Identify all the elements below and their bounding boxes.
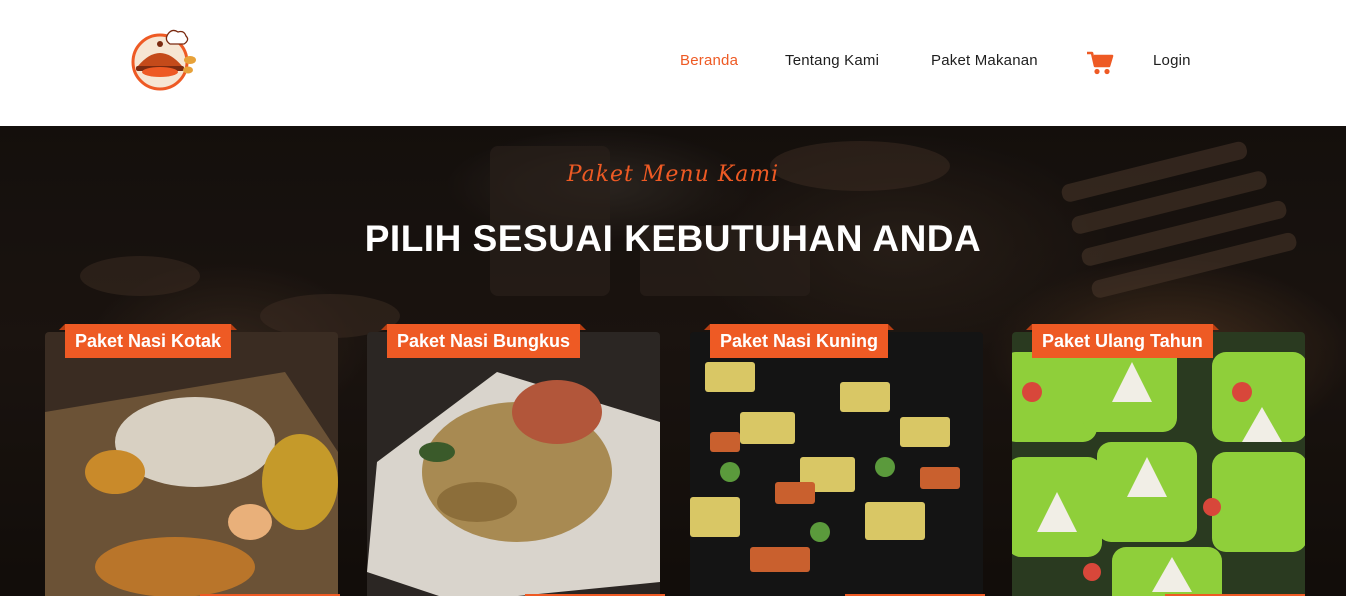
hero-title: PILIH SESUAI KEBUTUHAN ANDA bbox=[364, 218, 982, 259]
hero-section: Paket Menu Kami PILIH SESUAI KEBUTUHAN A… bbox=[0, 126, 1346, 596]
package-tag-nasi-bungkus[interactable]: Paket Nasi Bungkus bbox=[380, 324, 587, 358]
nav-login[interactable]: Login bbox=[1153, 52, 1191, 69]
package-card-ulang-tahun[interactable] bbox=[1012, 332, 1305, 596]
package-card-nasi-kuning[interactable] bbox=[690, 332, 983, 596]
ulang-tahun-photo bbox=[1012, 332, 1305, 596]
nasi-bungkus-photo bbox=[367, 332, 660, 596]
hero-script-heading: Paket Menu Kami bbox=[566, 162, 780, 187]
nasi-kotak-photo bbox=[45, 332, 338, 596]
package-tag-nasi-kotak[interactable]: Paket Nasi Kotak bbox=[58, 324, 238, 358]
nav-beranda[interactable]: Beranda bbox=[680, 52, 738, 69]
navbar: Beranda Tentang Kami Paket Makanan Login bbox=[0, 0, 1346, 126]
cart-button[interactable] bbox=[1086, 50, 1114, 76]
brand-logo[interactable] bbox=[124, 26, 204, 102]
catering-logo-icon bbox=[131, 29, 196, 91]
nav-paket-makanan[interactable]: Paket Makanan bbox=[931, 52, 1038, 69]
nasi-kuning-photo bbox=[690, 332, 983, 596]
shopping-cart-icon bbox=[1087, 51, 1114, 75]
package-card-nasi-kotak[interactable] bbox=[45, 332, 338, 596]
package-card-nasi-bungkus[interactable] bbox=[367, 332, 660, 596]
package-tag-ulang-tahun[interactable]: Paket Ulang Tahun bbox=[1026, 324, 1219, 358]
nav-tentang-kami[interactable]: Tentang Kami bbox=[785, 52, 879, 69]
package-tag-nasi-kuning[interactable]: Paket Nasi Kuning bbox=[703, 324, 895, 358]
